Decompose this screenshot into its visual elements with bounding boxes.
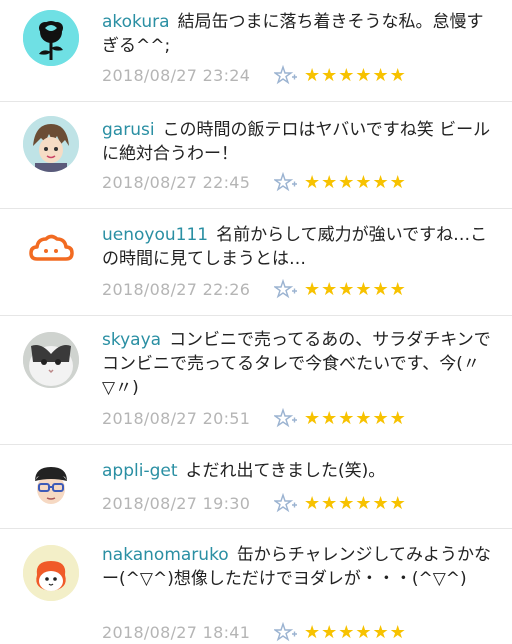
add-star-icon[interactable] bbox=[274, 622, 298, 642]
avatar[interactable] bbox=[23, 10, 79, 66]
comment-meta: 2018/08/27 22:26 ★★★★★★ bbox=[102, 277, 407, 301]
comment-body: uenoyou111 名前からして威力が強いですね…この時間に見てしまうとは… bbox=[102, 223, 492, 271]
comment-item: appli-get よだれ出てきました(笑)。 2018/08/27 19:30 … bbox=[0, 445, 512, 528]
comment-item: skyaya コンビニで売ってるあの、サラダチキンでコンビニで売ってるタレで今食べ… bbox=[0, 316, 512, 444]
star-rating[interactable]: ★★★★★★ bbox=[304, 279, 407, 300]
comment-date: 2018/08/27 18:41 bbox=[102, 622, 251, 642]
username-link[interactable]: garusi bbox=[102, 120, 155, 140]
star-rating[interactable]: ★★★★★★ bbox=[304, 65, 407, 86]
comment-text: この時間の飯テロはヤバいですね笑 ビールに絶対合うわー！ bbox=[102, 120, 491, 164]
star-rating[interactable]: ★★★★★★ bbox=[304, 172, 407, 193]
username-link[interactable]: nakanomaruko bbox=[102, 545, 229, 565]
comment-text-line: akokura 結局缶つまに落ち着きそうな私。怠慢すぎる^^; bbox=[102, 10, 492, 58]
avatar[interactable] bbox=[23, 332, 79, 388]
comment-meta: 2018/08/27 22:45 ★★★★★★ bbox=[102, 170, 407, 194]
comment-body: appli-get よだれ出てきました(笑)。 bbox=[102, 459, 492, 483]
comment-date: 2018/08/27 23:24 bbox=[102, 65, 251, 85]
avatar[interactable] bbox=[23, 457, 79, 513]
comment-date: 2018/08/27 22:26 bbox=[102, 279, 251, 299]
glasses-man-avatar bbox=[23, 457, 79, 513]
comment-text-line: garusi この時間の飯テロはヤバいですね笑 ビールに絶対合うわー！ bbox=[102, 118, 492, 166]
comment-meta: 2018/08/27 20:51 ★★★★★★ bbox=[102, 406, 407, 430]
comment-text-line: nakanomaruko 缶からチャレンジしてみようかなー(^▽^)想像しただけで… bbox=[102, 543, 492, 591]
cartoon-boy-avatar bbox=[23, 116, 79, 172]
comment-body: nakanomaruko 缶からチャレンジしてみようかなー(^▽^)想像しただけで… bbox=[102, 543, 492, 591]
star-rating[interactable]: ★★★★★★ bbox=[304, 408, 407, 429]
comment-meta: 2018/08/27 18:41 ★★★★★★ bbox=[102, 620, 407, 644]
black-rose-icon bbox=[23, 10, 79, 66]
comment-text-line: appli-get よだれ出てきました(笑)。 bbox=[102, 459, 492, 483]
username-link[interactable]: skyaya bbox=[102, 330, 161, 350]
maru-character-avatar bbox=[23, 545, 79, 601]
comment-body: skyaya コンビニで売ってるあの、サラダチキンでコンビニで売ってるタレで今食べ… bbox=[102, 328, 492, 400]
comment-meta: 2018/08/27 23:24 ★★★★★★ bbox=[102, 63, 407, 87]
add-star-icon[interactable] bbox=[274, 65, 298, 85]
comment-item: akokura 結局缶つまに落ち着きそうな私。怠慢すぎる^^; 2018/08/2… bbox=[0, 0, 512, 101]
avatar[interactable] bbox=[23, 223, 79, 279]
comment-list: akokura 結局缶つまに落ち着きそうな私。怠慢すぎる^^; 2018/08/2… bbox=[0, 0, 512, 643]
comment-item: uenoyou111 名前からして威力が強いですね…この時間に見てしまうとは… 2… bbox=[0, 209, 512, 315]
add-star-icon[interactable] bbox=[274, 493, 298, 513]
comment-text: よだれ出てきました(笑)。 bbox=[185, 461, 386, 481]
username-link[interactable]: uenoyou111 bbox=[102, 225, 208, 245]
comment-text-line: skyaya コンビニで売ってるあの、サラダチキンでコンビニで売ってるタレで今食べ… bbox=[102, 328, 492, 400]
username-link[interactable]: akokura bbox=[102, 12, 170, 32]
cat-photo-avatar bbox=[23, 332, 79, 388]
comment-meta: 2018/08/27 19:30 ★★★★★★ bbox=[102, 491, 407, 515]
avatar[interactable] bbox=[23, 116, 79, 172]
star-rating[interactable]: ★★★★★★ bbox=[304, 493, 407, 514]
add-star-icon[interactable] bbox=[274, 279, 298, 299]
username-link[interactable]: appli-get bbox=[102, 461, 178, 481]
comment-body: akokura 結局缶つまに落ち着きそうな私。怠慢すぎる^^; bbox=[102, 10, 492, 58]
comment-text-line: uenoyou111 名前からして威力が強いですね…この時間に見てしまうとは… bbox=[102, 223, 492, 271]
star-rating[interactable]: ★★★★★★ bbox=[304, 622, 407, 643]
comment-body: garusi この時間の飯テロはヤバいですね笑 ビールに絶対合うわー！ bbox=[102, 118, 492, 166]
avatar[interactable] bbox=[23, 545, 79, 601]
comment-date: 2018/08/27 20:51 bbox=[102, 408, 251, 428]
add-star-icon[interactable] bbox=[274, 172, 298, 192]
comment-item: nakanomaruko 缶からチャレンジしてみようかなー(^▽^)想像しただけで… bbox=[0, 529, 512, 643]
orange-cloud-icon bbox=[23, 223, 79, 279]
comment-date: 2018/08/27 22:45 bbox=[102, 172, 251, 192]
add-star-icon[interactable] bbox=[274, 408, 298, 428]
comment-date: 2018/08/27 19:30 bbox=[102, 493, 251, 513]
comment-item: garusi この時間の飯テロはヤバいですね笑 ビールに絶対合うわー！ 2018/… bbox=[0, 102, 512, 208]
